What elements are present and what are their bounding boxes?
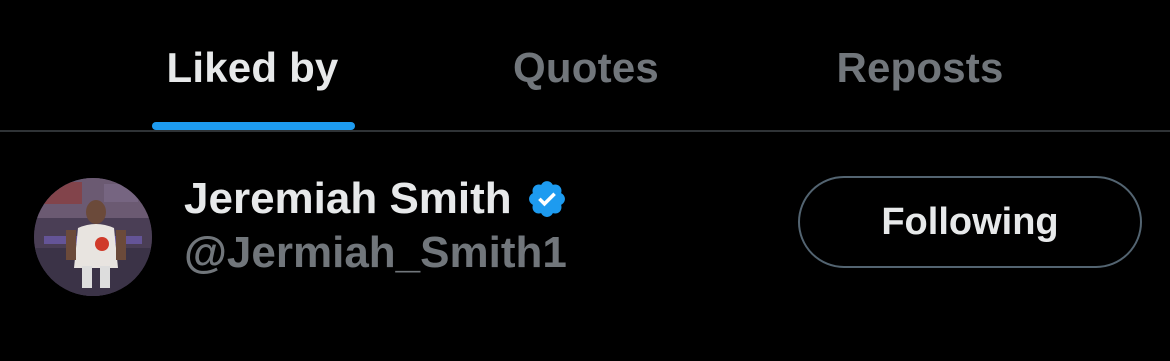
display-name[interactable]: Jeremiah Smith	[184, 174, 512, 224]
tab-liked-by[interactable]: Liked by	[130, 0, 375, 130]
tab-reposts-label: Reposts	[836, 44, 1004, 91]
user-list-item[interactable]: Jeremiah Smith @Jermiah_Smith1 Following	[0, 132, 1170, 361]
tab-liked-by-label: Liked by	[166, 44, 339, 91]
tab-reposts[interactable]: Reposts	[800, 0, 1040, 130]
active-tab-indicator	[152, 122, 355, 130]
user-handle[interactable]: @Jermiah_Smith1	[184, 228, 567, 278]
tab-bar: Liked by Quotes Reposts	[0, 0, 1170, 132]
tab-quotes-label: Quotes	[513, 44, 659, 91]
following-button[interactable]: Following	[798, 176, 1142, 268]
avatar-image	[34, 178, 152, 296]
avatar[interactable]	[34, 178, 152, 296]
user-name-line: Jeremiah Smith	[184, 174, 568, 224]
verified-badge-icon	[526, 178, 568, 220]
tab-quotes[interactable]: Quotes	[470, 0, 702, 130]
